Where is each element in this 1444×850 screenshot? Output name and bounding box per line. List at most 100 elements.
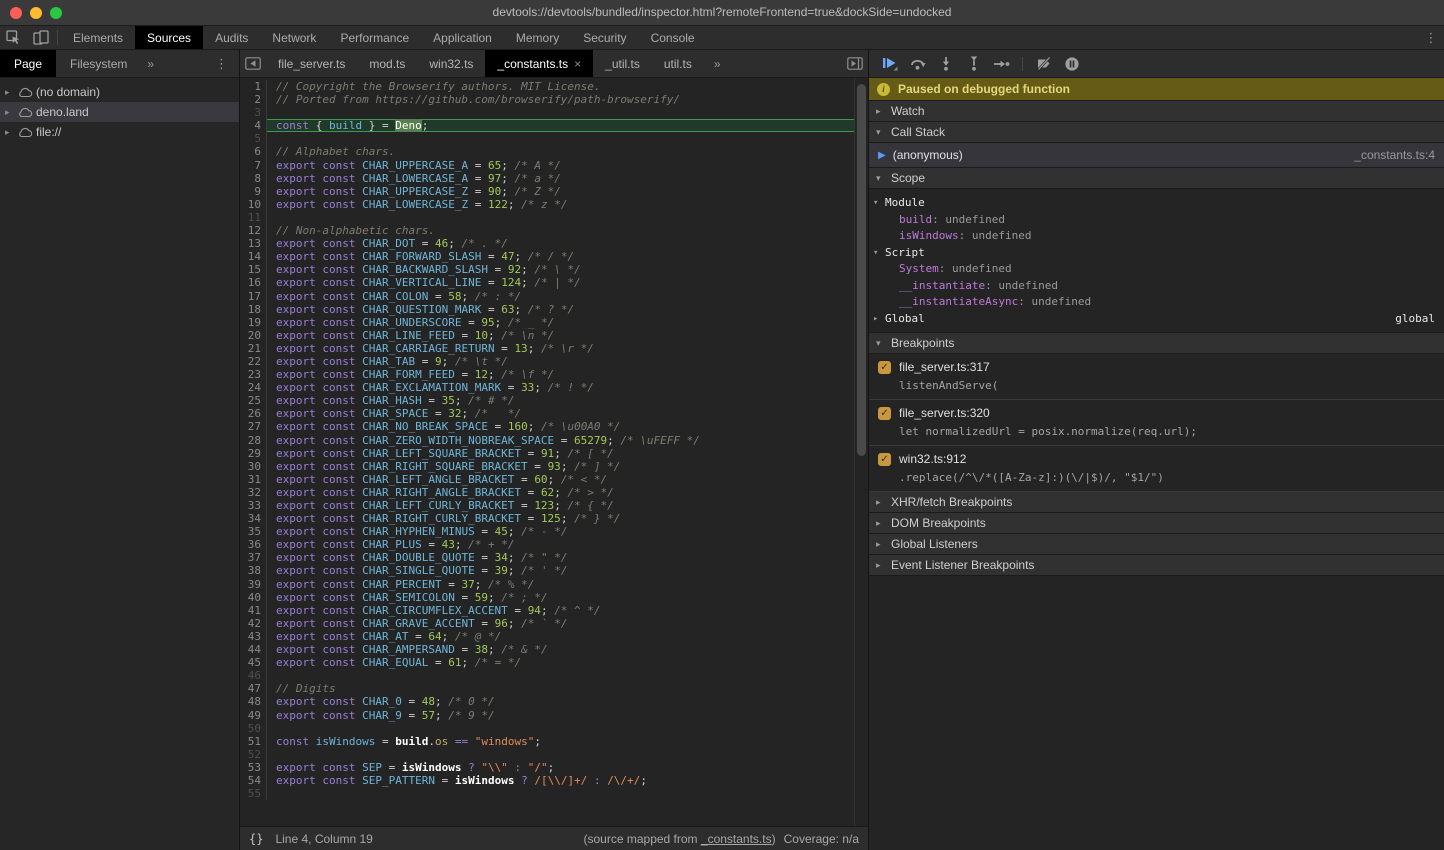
line-number[interactable]: 7 xyxy=(240,159,267,172)
line-number[interactable]: 4 xyxy=(240,119,267,132)
line-number[interactable]: 18 xyxy=(240,303,267,316)
file-tab-mod-ts[interactable]: mod.ts xyxy=(357,50,417,77)
disclosure-triangle-icon[interactable]: ▸ xyxy=(0,87,14,98)
line-number[interactable]: 26 xyxy=(240,407,267,420)
line-number[interactable]: 55 xyxy=(240,787,267,800)
frame-location[interactable]: _constants.ts:4 xyxy=(1354,148,1435,162)
line-number[interactable]: 23 xyxy=(240,368,267,381)
main-menu-kebab-icon[interactable]: ⋮ xyxy=(1418,26,1444,49)
device-toolbar-icon[interactable] xyxy=(27,26,54,49)
show-debugger-panel-icon[interactable] xyxy=(842,50,868,77)
line-number[interactable]: 16 xyxy=(240,276,267,289)
panel-tab-network[interactable]: Network xyxy=(260,26,328,49)
breakpoint-checkbox-icon[interactable]: ✓ xyxy=(878,453,891,466)
deactivate-breakpoints-icon[interactable] xyxy=(1031,52,1056,76)
step-out-icon[interactable] xyxy=(961,52,986,76)
panel-tab-sources[interactable]: Sources xyxy=(135,26,203,49)
navigator-overflow-chevron-icon[interactable]: » xyxy=(141,57,160,71)
panel-tab-memory[interactable]: Memory xyxy=(504,26,571,49)
inspect-element-icon[interactable] xyxy=(0,26,27,49)
source-mapped-link[interactable]: _constants.ts xyxy=(701,832,772,846)
pretty-print-button[interactable]: {} xyxy=(249,832,263,846)
line-number[interactable]: 13 xyxy=(240,237,267,250)
line-number[interactable]: 2 xyxy=(240,93,267,106)
close-window-button[interactable] xyxy=(10,7,22,19)
line-number[interactable]: 53 xyxy=(240,761,267,774)
line-number[interactable]: 31 xyxy=(240,473,267,486)
line-number[interactable]: 20 xyxy=(240,329,267,342)
line-number[interactable]: 46 xyxy=(240,669,267,682)
breakpoint-checkbox-icon[interactable]: ✓ xyxy=(878,407,891,420)
file-tab-util-ts[interactable]: util.ts xyxy=(652,50,704,77)
step-over-icon[interactable] xyxy=(905,52,930,76)
navigator-menu-kebab-icon[interactable]: ⋮ xyxy=(204,56,239,72)
scope-property[interactable]: isWindows: undefined xyxy=(869,228,1444,245)
file-tab-constants-ts[interactable]: _constants.ts× xyxy=(485,50,593,77)
tree-item-file[interactable]: ▸file:// xyxy=(0,122,239,142)
tree-item-deno-land[interactable]: ▸deno.land xyxy=(0,102,239,122)
section-header-watch[interactable]: ▸Watch xyxy=(869,101,1444,122)
line-number[interactable]: 48 xyxy=(240,695,267,708)
hide-navigator-panel-icon[interactable] xyxy=(240,50,266,77)
section-header-dom-breakpoints[interactable]: ▸DOM Breakpoints xyxy=(869,513,1444,534)
tree-item-no-domain[interactable]: ▸(no domain) xyxy=(0,82,239,102)
step-icon[interactable] xyxy=(989,52,1014,76)
scope-section-script[interactable]: ▾Script xyxy=(869,245,1444,262)
editor-scrollbar-thumb[interactable] xyxy=(857,84,866,456)
minimize-window-button[interactable] xyxy=(30,7,42,19)
line-number[interactable]: 27 xyxy=(240,420,267,433)
section-header-call-stack[interactable]: ▾Call Stack xyxy=(869,122,1444,143)
code-viewer[interactable]: 1// Copyright the Browserify authors. MI… xyxy=(240,78,868,826)
line-number[interactable]: 25 xyxy=(240,394,267,407)
breakpoint-entry[interactable]: ✓file_server.ts:320let normalizedUrl = p… xyxy=(869,400,1444,446)
line-number[interactable]: 37 xyxy=(240,551,267,564)
line-number[interactable]: 34 xyxy=(240,512,267,525)
line-number[interactable]: 47 xyxy=(240,682,267,695)
scope-property[interactable]: build: undefined xyxy=(869,212,1444,229)
line-number[interactable]: 1 xyxy=(240,80,267,93)
navigator-tab-page[interactable]: Page xyxy=(0,50,56,77)
resume-script-icon[interactable] xyxy=(877,52,902,76)
line-number[interactable]: 43 xyxy=(240,630,267,643)
section-header-xhr-fetch-breakpoints[interactable]: ▸XHR/fetch Breakpoints xyxy=(869,492,1444,513)
line-number[interactable]: 38 xyxy=(240,564,267,577)
close-tab-icon[interactable]: × xyxy=(574,57,581,71)
section-header-breakpoints[interactable]: ▾Breakpoints xyxy=(869,333,1444,354)
line-number[interactable]: 49 xyxy=(240,709,267,722)
pause-on-exceptions-icon[interactable] xyxy=(1059,52,1084,76)
line-number[interactable]: 5 xyxy=(240,132,267,145)
panel-tab-security[interactable]: Security xyxy=(571,26,638,49)
step-into-icon[interactable] xyxy=(933,52,958,76)
line-number[interactable]: 41 xyxy=(240,604,267,617)
line-number[interactable]: 35 xyxy=(240,525,267,538)
breakpoint-checkbox-icon[interactable]: ✓ xyxy=(878,361,891,374)
editor-scrollbar[interactable] xyxy=(854,78,868,826)
panel-tab-audits[interactable]: Audits xyxy=(203,26,260,49)
breakpoint-entry[interactable]: ✓file_server.ts:317listenAndServe( xyxy=(869,354,1444,400)
file-tab-file-server-ts[interactable]: file_server.ts xyxy=(266,50,357,77)
line-number[interactable]: 21 xyxy=(240,342,267,355)
scope-section-module[interactable]: ▾Module xyxy=(869,195,1444,212)
line-number[interactable]: 15 xyxy=(240,263,267,276)
panel-tab-console[interactable]: Console xyxy=(639,26,707,49)
panel-tab-performance[interactable]: Performance xyxy=(328,26,421,49)
line-number[interactable]: 14 xyxy=(240,250,267,263)
file-tab-util-ts[interactable]: _util.ts xyxy=(593,50,652,77)
line-number[interactable]: 6 xyxy=(240,145,267,158)
navigator-tab-filesystem[interactable]: Filesystem xyxy=(56,50,141,77)
maximize-window-button[interactable] xyxy=(50,7,62,19)
line-number[interactable]: 50 xyxy=(240,722,267,735)
breakpoint-entry[interactable]: ✓win32.ts:912.replace(/^\/*([A-Za-z]:)(\… xyxy=(869,446,1444,492)
line-number[interactable]: 10 xyxy=(240,198,267,211)
line-number[interactable]: 44 xyxy=(240,643,267,656)
line-number[interactable]: 8 xyxy=(240,172,267,185)
panel-tab-application[interactable]: Application xyxy=(421,26,504,49)
line-number[interactable]: 22 xyxy=(240,355,267,368)
line-number[interactable]: 42 xyxy=(240,617,267,630)
line-number[interactable]: 36 xyxy=(240,538,267,551)
line-number[interactable]: 12 xyxy=(240,224,267,237)
scope-property[interactable]: __instantiateAsync: undefined xyxy=(869,294,1444,311)
line-number[interactable]: 45 xyxy=(240,656,267,669)
line-number[interactable]: 51 xyxy=(240,735,267,748)
call-stack-frame[interactable]: ▶(anonymous)_constants.ts:4 xyxy=(869,143,1444,168)
